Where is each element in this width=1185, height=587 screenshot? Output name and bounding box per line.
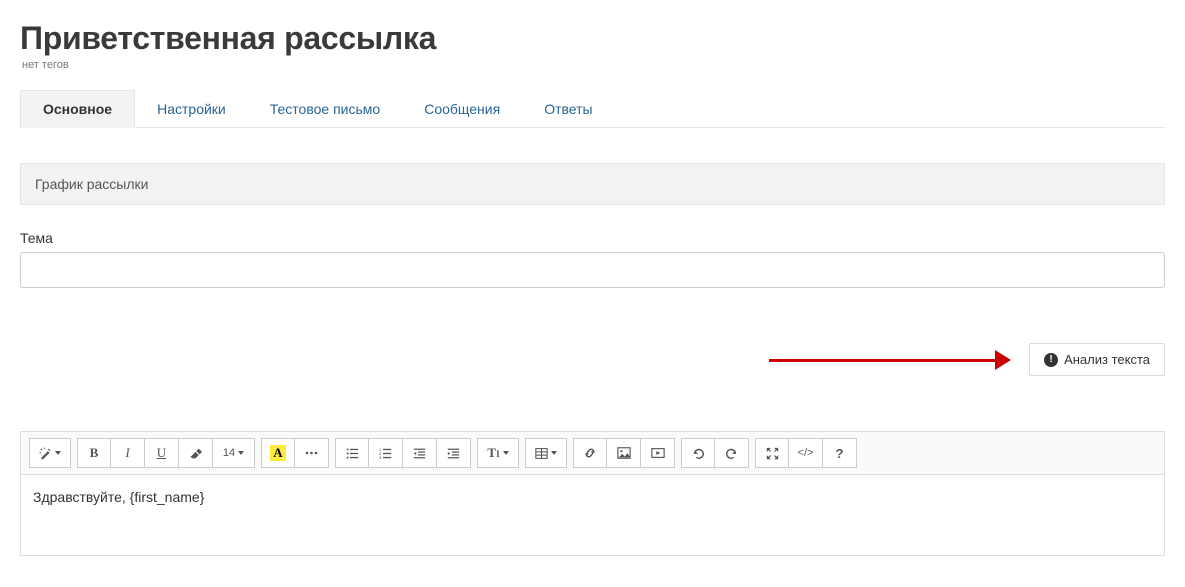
exclamation-icon: !: [1044, 353, 1058, 367]
table-icon: [535, 447, 548, 460]
outdent-icon: [413, 447, 426, 460]
subject-label: Тема: [20, 230, 1165, 246]
annotation-arrow: [769, 355, 1011, 365]
italic-button[interactable]: I: [111, 438, 145, 468]
tabs: Основное Настройки Тестовое письмо Сообщ…: [20, 89, 1165, 128]
bold-button[interactable]: B: [77, 438, 111, 468]
image-icon: [617, 446, 631, 460]
font-size-button[interactable]: 14: [213, 438, 255, 468]
text-analysis-button[interactable]: ! Анализ текста: [1029, 343, 1165, 376]
outdent-button[interactable]: [403, 438, 437, 468]
video-button[interactable]: [641, 438, 675, 468]
eraser-button[interactable]: [179, 438, 213, 468]
link-button[interactable]: [573, 438, 607, 468]
rich-text-editor: B I U 14 A: [20, 431, 1165, 556]
help-button[interactable]: ?: [823, 438, 857, 468]
indent-button[interactable]: [437, 438, 471, 468]
video-icon: [651, 446, 665, 460]
editor-content-area[interactable]: Здравствуйте, {first_name}: [21, 475, 1164, 555]
help-icon: ?: [836, 446, 844, 461]
svg-text:3: 3: [379, 455, 382, 460]
code-icon: </>: [798, 447, 814, 459]
editor-toolbar: B I U 14 A: [21, 432, 1164, 475]
ordered-list-button[interactable]: 123: [369, 438, 403, 468]
tab-main[interactable]: Основное: [20, 90, 135, 128]
highlight-button[interactable]: A: [261, 438, 295, 468]
paragraph-icon: TI: [487, 445, 499, 461]
eraser-icon: [189, 447, 202, 460]
highlight-icon: A: [270, 445, 285, 461]
page-title: Приветственная рассылка: [20, 20, 1165, 57]
tab-test-letter[interactable]: Тестовое письмо: [248, 90, 402, 128]
ordered-list-icon: 123: [379, 447, 392, 460]
tab-replies[interactable]: Ответы: [522, 90, 614, 128]
image-button[interactable]: [607, 438, 641, 468]
schedule-panel-header[interactable]: График рассылки: [20, 163, 1165, 205]
fullscreen-button[interactable]: [755, 438, 789, 468]
ellipsis-icon: [305, 451, 318, 455]
unordered-list-button[interactable]: [335, 438, 369, 468]
paragraph-format-button[interactable]: TI: [477, 438, 519, 468]
underline-icon: U: [157, 445, 166, 461]
tab-messages[interactable]: Сообщения: [402, 90, 522, 128]
indent-icon: [447, 447, 460, 460]
italic-icon: I: [125, 445, 129, 461]
magic-wand-icon: [39, 447, 52, 460]
redo-button[interactable]: [715, 438, 749, 468]
code-view-button[interactable]: </>: [789, 438, 823, 468]
tab-settings[interactable]: Настройки: [135, 90, 248, 128]
undo-icon: [691, 446, 705, 460]
text-analysis-label: Анализ текста: [1064, 352, 1150, 367]
link-icon: [583, 446, 597, 460]
fullscreen-icon: [766, 447, 779, 460]
font-size-label: 14: [223, 447, 235, 459]
table-button[interactable]: [525, 438, 567, 468]
no-tags-label: нет тегов: [22, 59, 1165, 71]
magic-wand-button[interactable]: [29, 438, 71, 468]
more-format-button[interactable]: [295, 438, 329, 468]
subject-input[interactable]: [20, 252, 1165, 288]
underline-button[interactable]: U: [145, 438, 179, 468]
unordered-list-icon: [346, 447, 359, 460]
redo-icon: [725, 446, 739, 460]
bold-icon: B: [90, 445, 99, 461]
undo-button[interactable]: [681, 438, 715, 468]
